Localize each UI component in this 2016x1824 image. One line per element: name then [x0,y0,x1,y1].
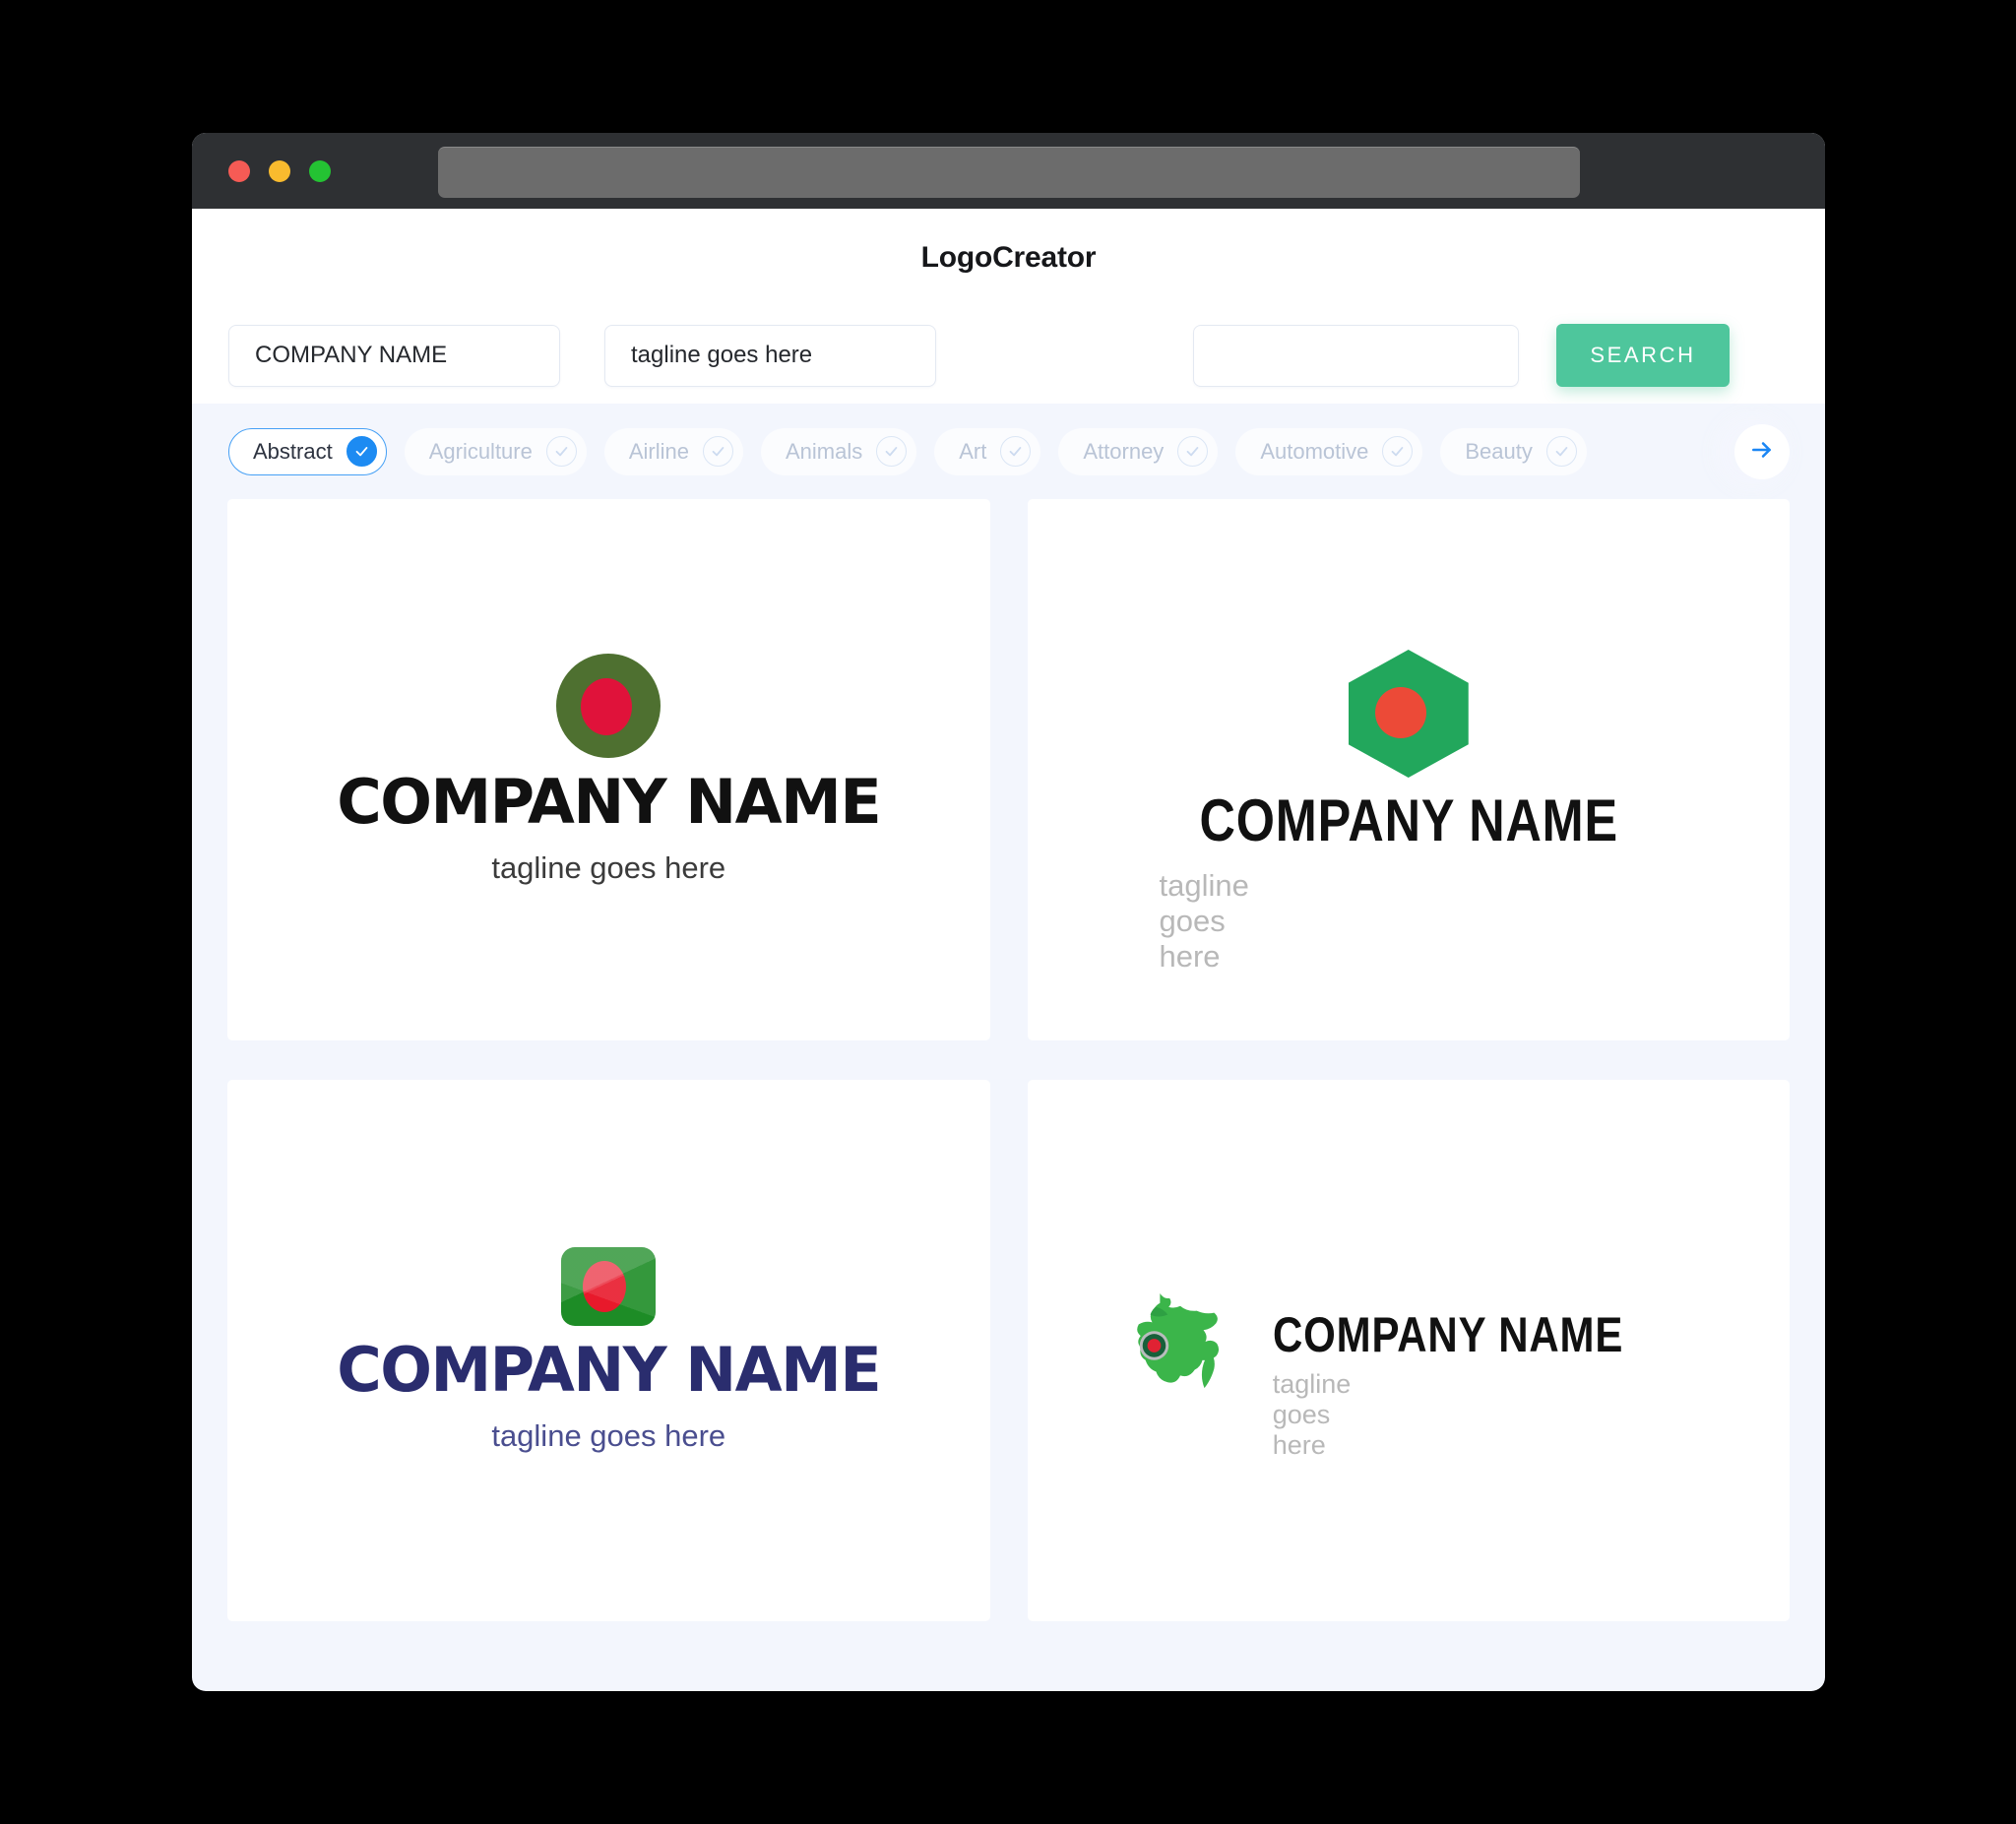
traffic-lights [228,159,331,182]
category-chip-airline[interactable]: Airline [603,427,743,475]
check-icon [1000,436,1032,467]
logo-card[interactable]: COMPANY NAME tagline goes here [227,1080,990,1621]
close-window-button[interactable] [228,159,250,182]
logo-card[interactable]: COMPANY NAME tagline goes here [1027,499,1790,1040]
logo-card[interactable]: COMPANY NAME tagline goes here [227,499,990,1040]
categories-next-button[interactable] [1734,423,1790,479]
category-chip-beauty[interactable]: Beauty [1440,427,1587,475]
address-bar[interactable] [438,147,1580,198]
logo-brand-name: COMPANY NAME [337,766,881,838]
chip-label: Animals [786,438,863,464]
green-hexagon-red-dot-icon [1348,650,1469,778]
company-name-input[interactable] [228,324,560,387]
logo-tagline: tagline goes here [491,850,726,885]
logo-results-grid: COMPANY NAME tagline goes here COMPANY N… [192,499,1825,1621]
search-toolbar: SEARCH [192,307,1825,404]
logo-brand-name: COMPANY NAME [337,1334,881,1406]
logo-tagline: tagline goes here [491,1418,726,1453]
search-button[interactable]: SEARCH [1556,324,1730,387]
chip-label: Beauty [1465,438,1533,464]
logo-brand-name: COMPANY NAME [1272,1307,1623,1362]
chip-label: Airline [628,438,689,464]
chip-label: Attorney [1083,438,1165,464]
green-circle-red-dot-icon [556,654,662,758]
category-chip-automotive[interactable]: Automotive [1235,427,1423,475]
app-header: LogoCreator [192,209,1825,307]
check-icon [1177,436,1209,467]
category-chip-attorney[interactable]: Attorney [1058,427,1219,475]
chip-label: Agriculture [428,438,533,464]
chip-label: Automotive [1260,438,1369,464]
logo-tagline: tagline goes here [1272,1369,1352,1460]
check-icon [703,436,733,467]
page-title: LogoCreator [920,241,1097,274]
check-icon [1382,436,1414,467]
category-chip-abstract[interactable]: Abstract [228,427,387,475]
check-icon [545,436,577,467]
category-chip-animals[interactable]: Animals [761,427,917,475]
logo-card[interactable]: COMPANY NAME tagline goes here [1027,1080,1790,1621]
category-chip-agriculture[interactable]: Agriculture [404,427,587,475]
green-flag-red-dot-icon [561,1247,657,1326]
logo-tagline: tagline goes here [1159,868,1249,974]
logo-brand-name: COMPANY NAME [1199,787,1618,853]
arrow-right-icon [1749,437,1775,466]
browser-titlebar [192,133,1825,209]
keyword-input[interactable] [1193,324,1519,387]
category-chip-art[interactable]: Art [934,427,1041,475]
chip-label: Art [959,438,987,464]
check-icon [346,436,377,467]
category-chips-bar: Abstract Agriculture Airline Animals Art [192,404,1825,499]
check-icon [876,436,908,467]
chip-label: Abstract [253,438,333,464]
green-map-pin-icon [1127,1286,1233,1402]
tagline-input[interactable] [604,324,936,387]
check-icon [1545,436,1577,467]
minimize-window-button[interactable] [269,159,290,182]
maximize-window-button[interactable] [309,159,331,182]
browser-window: LogoCreator SEARCH Abstract Agriculture … [192,133,1825,1691]
